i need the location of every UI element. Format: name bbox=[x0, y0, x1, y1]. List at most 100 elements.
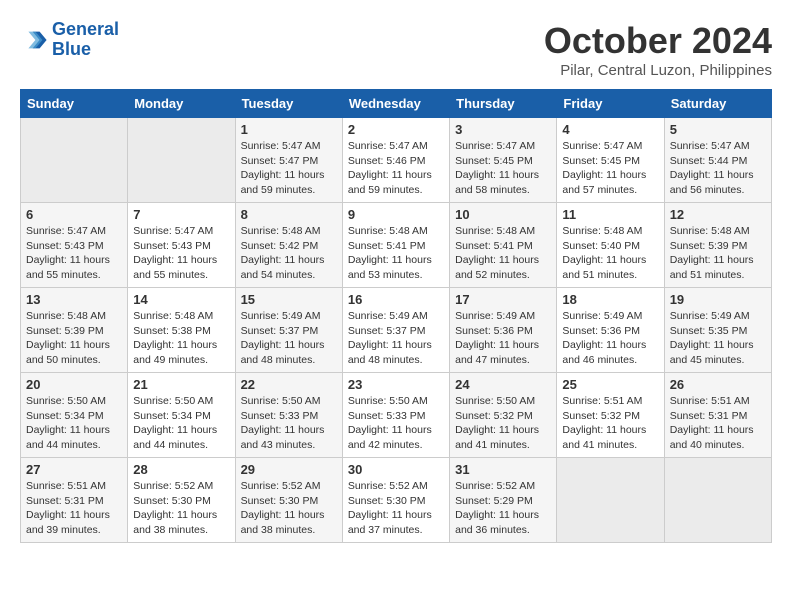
day-number: 31 bbox=[455, 462, 551, 477]
day-info: Sunrise: 5:49 AMSunset: 5:36 PMDaylight:… bbox=[455, 309, 551, 368]
weekday-header: Sunday bbox=[21, 90, 128, 118]
calendar-cell: 31 Sunrise: 5:52 AMSunset: 5:29 PMDayligh… bbox=[450, 458, 557, 543]
calendar-cell: 7Sunrise: 5:47 AMSunset: 5:43 PMDaylight… bbox=[128, 203, 235, 288]
calendar-cell: 8 Sunrise: 5:48 AMSunset: 5:42 PMDaylight… bbox=[235, 203, 342, 288]
weekday-header: Tuesday bbox=[235, 90, 342, 118]
day-info: Sunrise: 5:47 AMSunset: 5:45 PMDaylight:… bbox=[455, 139, 551, 198]
day-info: Sunrise: 5:50 AMSunset: 5:32 PMDaylight:… bbox=[455, 394, 551, 453]
day-info: Sunrise: 5:49 AMSunset: 5:36 PMDaylight:… bbox=[562, 309, 658, 368]
month-title: October 2024 bbox=[544, 20, 772, 62]
calendar-cell: 15 Sunrise: 5:49 AMSunset: 5:37 PMDayligh… bbox=[235, 288, 342, 373]
calendar-cell: 25 Sunrise: 5:51 AMSunset: 5:32 PMDayligh… bbox=[557, 373, 664, 458]
day-info: Sunrise: 5:49 AMSunset: 5:35 PMDaylight:… bbox=[670, 309, 766, 368]
day-info: Sunrise: 5:48 AMSunset: 5:38 PMDaylight:… bbox=[133, 309, 229, 368]
page-header: General Blue October 2024 Pilar, Central… bbox=[20, 20, 772, 79]
weekday-header-row: SundayMondayTuesdayWednesdayThursdayFrid… bbox=[21, 90, 772, 118]
day-number: 5 bbox=[670, 122, 766, 137]
calendar-cell: 16Sunrise: 5:49 AMSunset: 5:37 PMDayligh… bbox=[342, 288, 449, 373]
day-number: 27 bbox=[26, 462, 122, 477]
logo-line2: Blue bbox=[52, 39, 91, 59]
calendar-cell: 17 Sunrise: 5:49 AMSunset: 5:36 PMDayligh… bbox=[450, 288, 557, 373]
day-info: Sunrise: 5:47 AMSunset: 5:47 PMDaylight:… bbox=[241, 139, 337, 198]
title-block: October 2024 Pilar, Central Luzon, Phili… bbox=[544, 20, 772, 79]
day-number: 6 bbox=[26, 207, 122, 222]
calendar-cell: 5Sunrise: 5:47 AMSunset: 5:44 PMDaylight… bbox=[664, 118, 771, 203]
day-info: Sunrise: 5:47 AMSunset: 5:45 PMDaylight:… bbox=[562, 139, 658, 198]
logo: General Blue bbox=[20, 20, 119, 60]
day-info: Sunrise: 5:47 AMSunset: 5:43 PMDaylight:… bbox=[133, 224, 229, 283]
calendar-cell: 10Sunrise: 5:48 AMSunset: 5:41 PMDayligh… bbox=[450, 203, 557, 288]
calendar-cell bbox=[557, 458, 664, 543]
day-info: Sunrise: 5:50 AMSunset: 5:33 PMDaylight:… bbox=[348, 394, 444, 453]
calendar-cell: 24 Sunrise: 5:50 AMSunset: 5:32 PMDayligh… bbox=[450, 373, 557, 458]
calendar-cell: 9 Sunrise: 5:48 AMSunset: 5:41 PMDaylight… bbox=[342, 203, 449, 288]
day-info: Sunrise: 5:51 AMSunset: 5:32 PMDaylight:… bbox=[562, 394, 658, 453]
calendar-cell: 29 Sunrise: 5:52 AMSunset: 5:30 PMDayligh… bbox=[235, 458, 342, 543]
day-number: 10 bbox=[455, 207, 551, 222]
day-number: 24 bbox=[455, 377, 551, 392]
calendar-cell: 1 Sunrise: 5:47 AMSunset: 5:47 PMDaylight… bbox=[235, 118, 342, 203]
day-info: Sunrise: 5:48 AMSunset: 5:39 PMDaylight:… bbox=[670, 224, 766, 283]
calendar-cell bbox=[21, 118, 128, 203]
calendar-cell: 2Sunrise: 5:47 AMSunset: 5:46 PMDaylight… bbox=[342, 118, 449, 203]
day-info: Sunrise: 5:51 AMSunset: 5:31 PMDaylight:… bbox=[26, 479, 122, 538]
calendar-week-row: 1 Sunrise: 5:47 AMSunset: 5:47 PMDaylight… bbox=[21, 118, 772, 203]
day-number: 2 bbox=[348, 122, 444, 137]
calendar-cell: 19 Sunrise: 5:49 AMSunset: 5:35 PMDayligh… bbox=[664, 288, 771, 373]
day-number: 29 bbox=[241, 462, 337, 477]
day-number: 13 bbox=[26, 292, 122, 307]
calendar-week-row: 13 Sunrise: 5:48 AMSunset: 5:39 PMDayligh… bbox=[21, 288, 772, 373]
day-number: 16 bbox=[348, 292, 444, 307]
calendar-cell: 11 Sunrise: 5:48 AMSunset: 5:40 PMDayligh… bbox=[557, 203, 664, 288]
calendar-cell bbox=[128, 118, 235, 203]
day-info: Sunrise: 5:48 AMSunset: 5:39 PMDaylight:… bbox=[26, 309, 122, 368]
calendar-cell: 18 Sunrise: 5:49 AMSunset: 5:36 PMDayligh… bbox=[557, 288, 664, 373]
day-number: 18 bbox=[562, 292, 658, 307]
day-info: Sunrise: 5:48 AMSunset: 5:40 PMDaylight:… bbox=[562, 224, 658, 283]
day-info: Sunrise: 5:48 AMSunset: 5:41 PMDaylight:… bbox=[348, 224, 444, 283]
logo-icon bbox=[20, 26, 48, 54]
day-info: Sunrise: 5:52 AMSunset: 5:30 PMDaylight:… bbox=[133, 479, 229, 538]
weekday-header: Friday bbox=[557, 90, 664, 118]
calendar-cell: 30 Sunrise: 5:52 AMSunset: 5:30 PMDayligh… bbox=[342, 458, 449, 543]
weekday-header: Saturday bbox=[664, 90, 771, 118]
day-info: Sunrise: 5:52 AMSunset: 5:30 PMDaylight:… bbox=[348, 479, 444, 538]
day-number: 28 bbox=[133, 462, 229, 477]
calendar-cell: 22Sunrise: 5:50 AMSunset: 5:33 PMDayligh… bbox=[235, 373, 342, 458]
day-number: 25 bbox=[562, 377, 658, 392]
weekday-header: Wednesday bbox=[342, 90, 449, 118]
day-info: Sunrise: 5:48 AMSunset: 5:42 PMDaylight:… bbox=[241, 224, 337, 283]
day-number: 21 bbox=[133, 377, 229, 392]
day-number: 14 bbox=[133, 292, 229, 307]
day-number: 1 bbox=[241, 122, 337, 137]
calendar-week-row: 20 Sunrise: 5:50 AMSunset: 5:34 PMDayligh… bbox=[21, 373, 772, 458]
day-info: Sunrise: 5:50 AMSunset: 5:34 PMDaylight:… bbox=[133, 394, 229, 453]
day-number: 15 bbox=[241, 292, 337, 307]
calendar-cell: 20Sunrise: 5:50 AMSunset: 5:34 PMDayligh… bbox=[21, 373, 128, 458]
calendar-cell: 26Sunrise: 5:51 AMSunset: 5:31 PMDayligh… bbox=[664, 373, 771, 458]
location: Pilar, Central Luzon, Philippines bbox=[544, 62, 772, 79]
calendar-cell: 6 Sunrise: 5:47 AMSunset: 5:43 PMDaylight… bbox=[21, 203, 128, 288]
day-number: 17 bbox=[455, 292, 551, 307]
calendar-cell: 12Sunrise: 5:48 AMSunset: 5:39 PMDayligh… bbox=[664, 203, 771, 288]
day-number: 11 bbox=[562, 207, 658, 222]
day-number: 20 bbox=[26, 377, 122, 392]
day-number: 23 bbox=[348, 377, 444, 392]
day-number: 9 bbox=[348, 207, 444, 222]
day-number: 26 bbox=[670, 377, 766, 392]
day-number: 8 bbox=[241, 207, 337, 222]
weekday-header: Monday bbox=[128, 90, 235, 118]
day-number: 30 bbox=[348, 462, 444, 477]
day-number: 22 bbox=[241, 377, 337, 392]
calendar-cell: 3Sunrise: 5:47 AMSunset: 5:45 PMDaylight… bbox=[450, 118, 557, 203]
day-info: Sunrise: 5:49 AMSunset: 5:37 PMDaylight:… bbox=[241, 309, 337, 368]
day-info: Sunrise: 5:52 AMSunset: 5:29 PMDaylight:… bbox=[455, 479, 551, 538]
day-info: Sunrise: 5:52 AMSunset: 5:30 PMDaylight:… bbox=[241, 479, 337, 538]
calendar-cell: 14 Sunrise: 5:48 AMSunset: 5:38 PMDayligh… bbox=[128, 288, 235, 373]
day-number: 19 bbox=[670, 292, 766, 307]
calendar-cell: 21 Sunrise: 5:50 AMSunset: 5:34 PMDayligh… bbox=[128, 373, 235, 458]
calendar-cell: 13 Sunrise: 5:48 AMSunset: 5:39 PMDayligh… bbox=[21, 288, 128, 373]
day-info: Sunrise: 5:47 AMSunset: 5:43 PMDaylight:… bbox=[26, 224, 122, 283]
weekday-header: Thursday bbox=[450, 90, 557, 118]
calendar-cell: 28 Sunrise: 5:52 AMSunset: 5:30 PMDayligh… bbox=[128, 458, 235, 543]
